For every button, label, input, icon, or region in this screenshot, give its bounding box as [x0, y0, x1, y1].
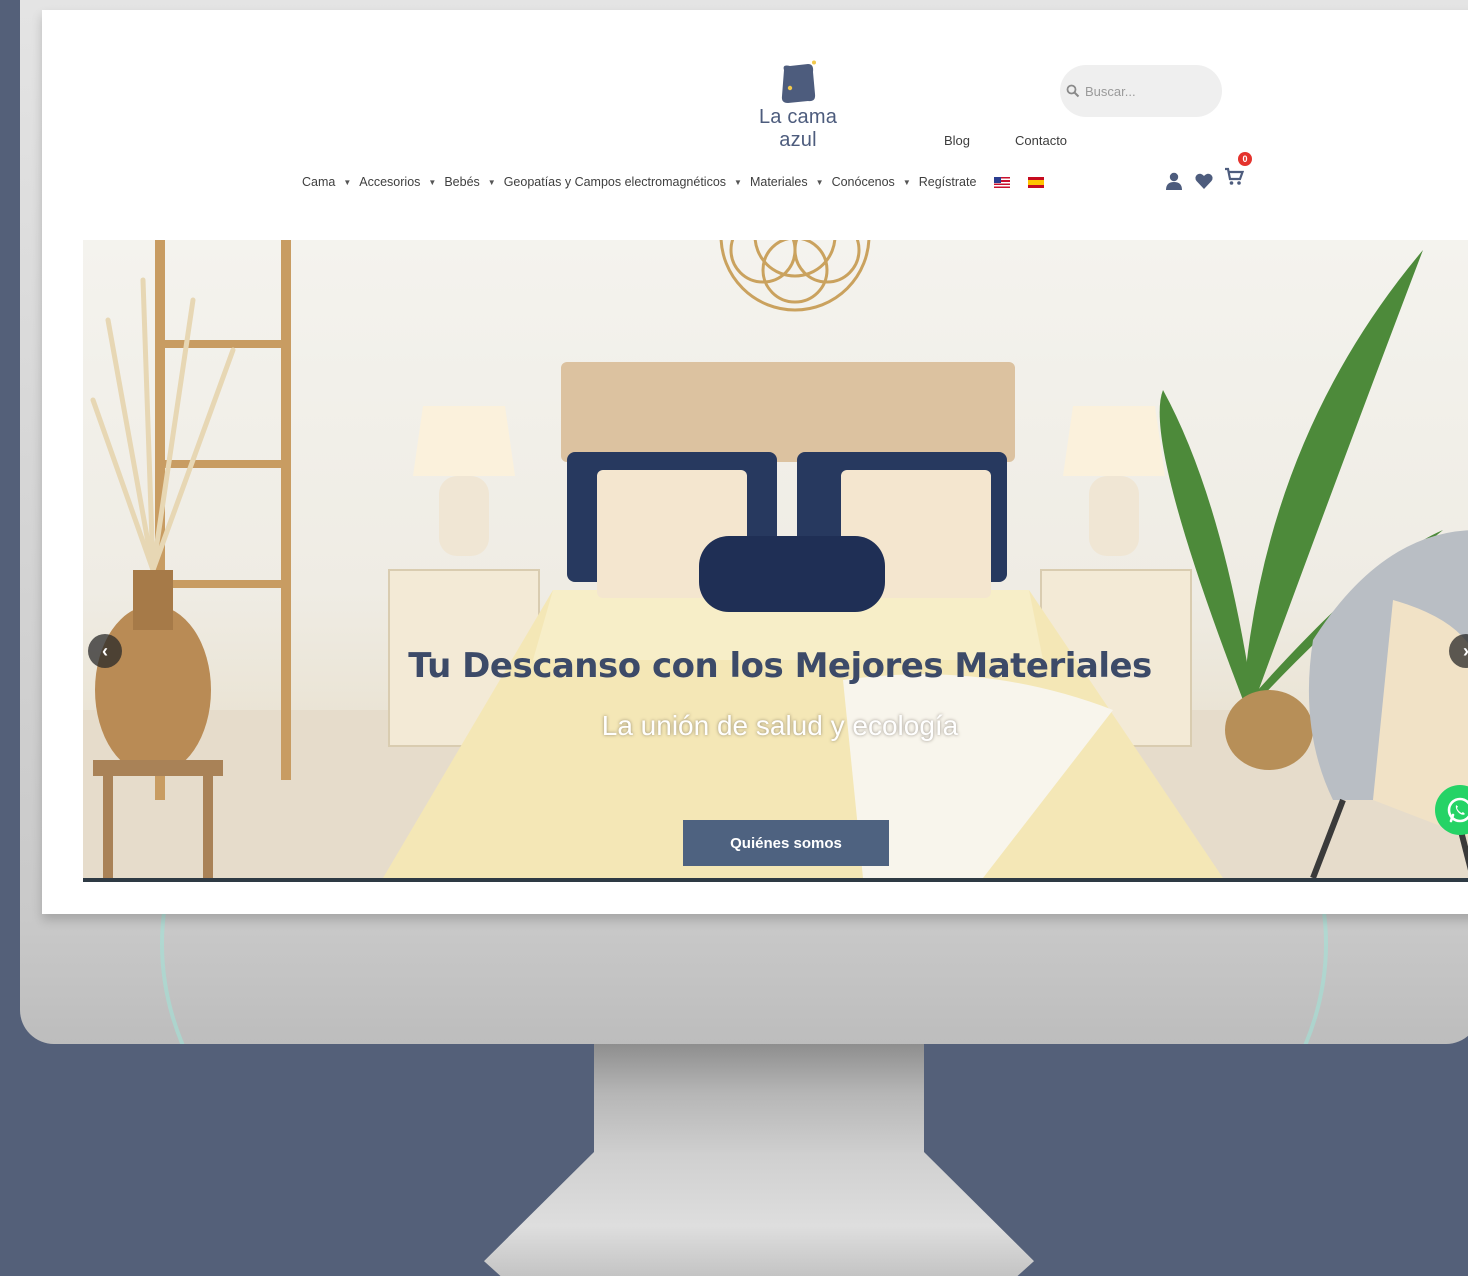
nav-item-cama[interactable]: Cama ▼	[302, 175, 351, 189]
header-icons: 0	[1164, 152, 1254, 191]
nav-item-registrate[interactable]: Regístrate	[919, 175, 977, 189]
main-nav: Cama ▼ Accesorios ▼ Bebés ▼ Geopatías y …	[302, 172, 1052, 192]
nav-item-label: Geopatías y Campos electromagnéticos	[503, 175, 727, 189]
es-flag-icon[interactable]	[1028, 176, 1045, 188]
site-logo[interactable]: La cama azul	[740, 60, 856, 152]
hero-slider: Tu Descanso con los Mejores Materiales L…	[83, 240, 1468, 882]
monitor-frame: La cama azul Blog Contacto Cama ▼ Acceso…	[20, 0, 1468, 1044]
heart-icon[interactable]	[1194, 171, 1214, 191]
browser-screen: La cama azul Blog Contacto Cama ▼ Acceso…	[42, 10, 1468, 914]
caret-down-icon: ▼	[734, 177, 742, 187]
caret-down-icon: ▼	[902, 177, 911, 187]
cart-button[interactable]: 0	[1224, 152, 1254, 191]
slider-prev-button[interactable]: ‹	[88, 634, 122, 668]
moon-logo-icon	[781, 60, 816, 103]
nav-item-accesorios[interactable]: Accesorios ▼	[359, 175, 436, 189]
nav-item-geopatias[interactable]: Geopatías y Campos electromagnéticos ▼	[504, 175, 742, 189]
blog-link[interactable]: Blog	[944, 133, 970, 148]
cart-count-badge: 0	[1238, 152, 1252, 166]
monitor-stand-neck	[594, 1044, 924, 1154]
hero-subtitle: La unión de salud y ecología	[601, 710, 959, 741]
about-us-button[interactable]: Quiénes somos	[683, 820, 889, 866]
nav-item-label: Accesorios	[359, 175, 421, 189]
nav-item-label: Regístrate	[918, 175, 977, 189]
chevron-right-icon: ›	[1463, 641, 1468, 662]
caret-down-icon: ▼	[815, 177, 824, 187]
hero-title: Tu Descanso con los Mejores Materiales	[408, 646, 1152, 686]
whatsapp-icon	[1447, 797, 1468, 823]
brand-name: La cama azul	[758, 106, 838, 151]
nav-item-label: Materiales	[749, 175, 808, 189]
caret-down-icon: ▼	[343, 177, 352, 187]
caret-down-icon: ▼	[428, 177, 437, 187]
nav-item-bebes[interactable]: Bebés ▼	[444, 175, 495, 189]
caret-down-icon: ▼	[487, 177, 496, 187]
nav-item-label: Conócenos	[831, 175, 895, 189]
nav-item-label: Cama	[302, 175, 336, 189]
search-icon	[1066, 84, 1080, 98]
bedroom-photo	[83, 240, 1468, 878]
user-icon[interactable]	[1164, 171, 1184, 191]
nav-item-materiales[interactable]: Materiales ▼	[750, 175, 824, 189]
chevron-left-icon: ‹	[102, 640, 108, 661]
nav-item-conocenos[interactable]: Conócenos ▼	[832, 175, 911, 189]
cart-icon	[1225, 167, 1245, 185]
nav-item-label: Bebés	[444, 175, 480, 189]
search-box[interactable]	[1060, 65, 1222, 117]
us-flag-icon[interactable]	[994, 176, 1011, 188]
monitor-stand-base	[484, 1152, 1034, 1276]
search-input[interactable]	[1083, 82, 1207, 100]
contact-link[interactable]: Contacto	[1015, 133, 1067, 148]
